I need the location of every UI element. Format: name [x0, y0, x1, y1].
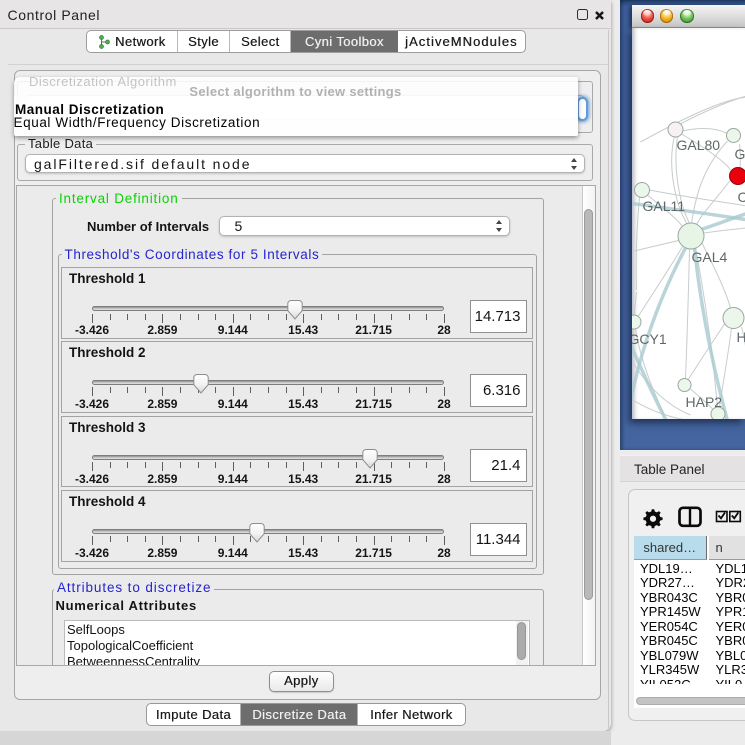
svg-text:GAL11: GAL11	[642, 198, 685, 214]
svg-text:GA: GA	[734, 146, 745, 162]
svg-text:C: C	[737, 189, 745, 205]
svg-text:GAL4: GAL4	[691, 249, 727, 265]
svg-text:H: H	[736, 329, 745, 345]
svg-text:GAL80: GAL80	[676, 137, 720, 153]
svg-text:GCY1: GCY1	[632, 331, 667, 347]
svg-text:HAP2: HAP2	[685, 394, 722, 410]
